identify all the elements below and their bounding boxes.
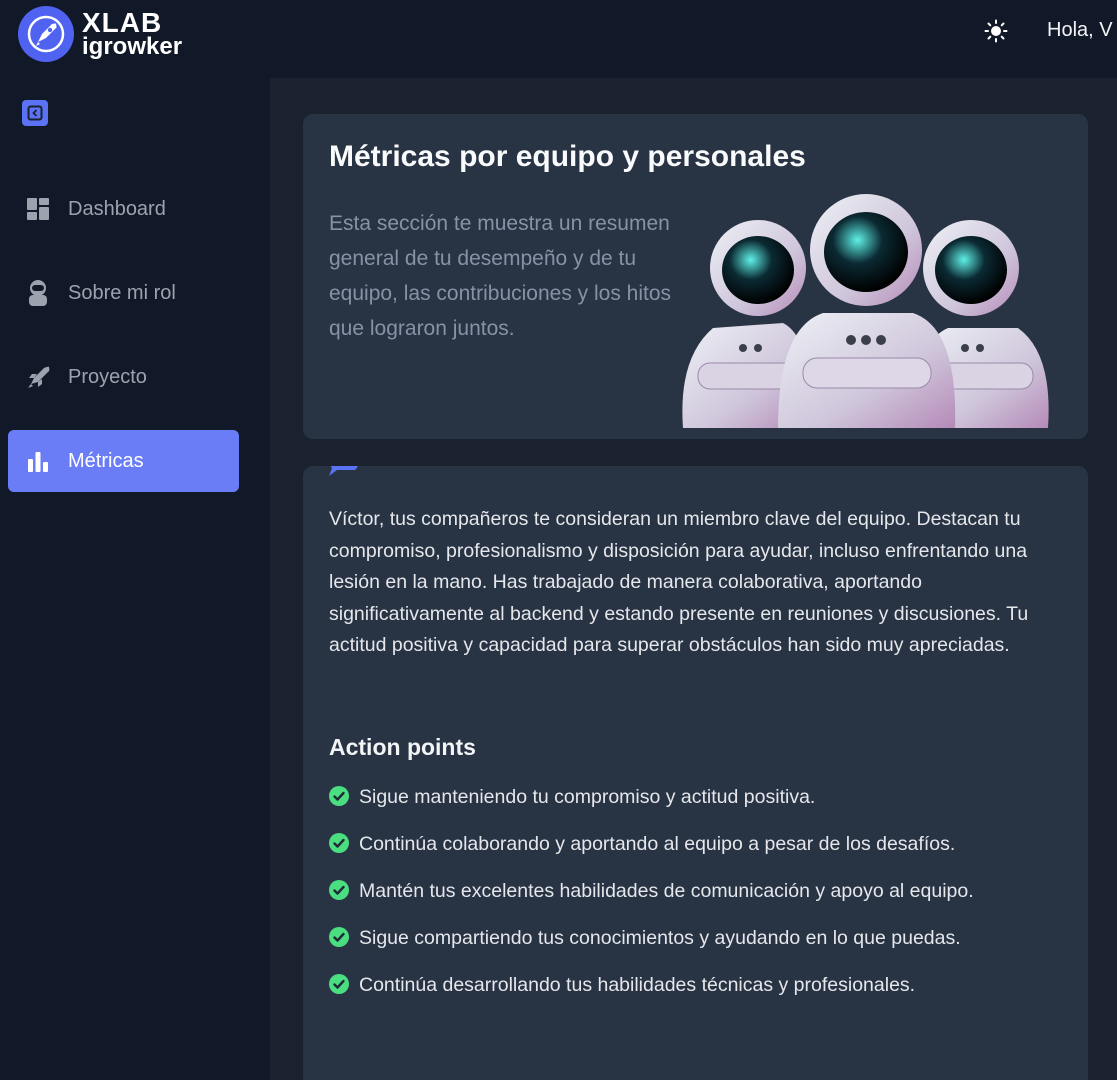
rocket-icon (24, 363, 52, 391)
check-circle-icon (329, 833, 349, 853)
dashboard-icon (24, 195, 52, 223)
feedback-card: Víctor, tus compañeros te consideran un … (303, 466, 1088, 1080)
logo-subtitle: igrowker (82, 33, 183, 60)
action-point-text: Mantén tus excelentes habilidades de com… (359, 880, 974, 902)
check-circle-icon (329, 927, 349, 947)
action-point-text: Continúa desarrollando tus habilidades t… (359, 974, 916, 996)
action-point-text: Sigue compartiendo tus conocimientos y a… (359, 927, 961, 949)
page-description: Esta sección te muestra un resumen gener… (329, 212, 672, 340)
sidebar-item-label: Métricas (68, 449, 144, 472)
action-points-list: Sigue manteniendo tu compromiso y actitu… (329, 782, 1069, 1017)
sun-icon[interactable] (984, 19, 1008, 43)
list-item: Continúa colaborando y aportando al equi… (329, 829, 1069, 860)
list-item: Sigue manteniendo tu compromiso y actitu… (329, 782, 1069, 813)
sidebar-item-proyecto[interactable]: Proyecto (8, 346, 239, 408)
list-item: Continúa desarrollando tus habilidades t… (329, 970, 1069, 1001)
action-points-title: Action points (329, 734, 476, 760)
rocket-logo-icon (18, 6, 74, 62)
user-greeting[interactable]: Hola, V (1047, 19, 1113, 42)
feedback-summary: Víctor, tus compañeros te consideran un … (329, 508, 1029, 656)
sidebar-item-dashboard[interactable]: Dashboard (8, 178, 239, 240)
sidebar: Dashboard Sobre mi rol Proyecto Métricas (0, 78, 270, 1080)
check-circle-icon (329, 786, 349, 806)
top-bar: XLAB igrowker Hola, V (0, 0, 1117, 78)
collapse-sidebar-button[interactable] (22, 100, 48, 126)
sidebar-item-sobre-mi-rol[interactable]: Sobre mi rol (8, 262, 239, 324)
action-point-text: Continúa colaborando y aportando al equi… (359, 833, 956, 855)
logo[interactable]: XLAB igrowker (18, 6, 182, 62)
collapse-icon (27, 105, 43, 121)
astronauts-illustration (682, 194, 1049, 428)
chat-bubble-icon (327, 466, 363, 485)
list-item: Sigue compartiendo tus conocimientos y a… (329, 923, 1069, 954)
hero-card: Métricas por equipo y personales Esta se… (303, 114, 1088, 439)
main-content: Métricas por equipo y personales Esta se… (270, 78, 1117, 1080)
check-circle-icon (329, 880, 349, 900)
sidebar-item-metricas[interactable]: Métricas (8, 430, 239, 492)
sidebar-item-label: Proyecto (68, 365, 147, 388)
sidebar-item-label: Dashboard (68, 197, 166, 220)
action-point-text: Sigue manteniendo tu compromiso y actitu… (359, 786, 816, 808)
sidebar-item-label: Sobre mi rol (68, 281, 176, 304)
bar-chart-icon (24, 447, 52, 475)
check-circle-icon (329, 974, 349, 994)
list-item: Mantén tus excelentes habilidades de com… (329, 876, 1069, 907)
astronaut-icon (24, 279, 52, 307)
page-title: Métricas por equipo y personales (329, 140, 806, 173)
